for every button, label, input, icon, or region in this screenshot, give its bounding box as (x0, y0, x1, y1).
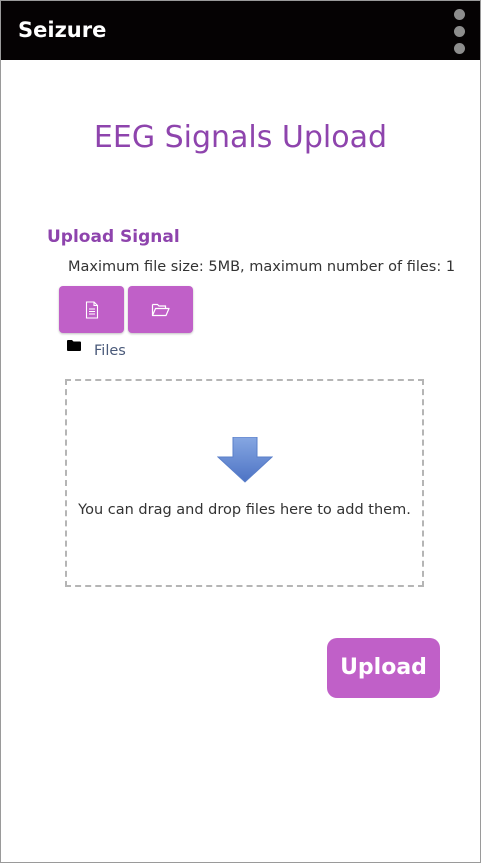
top-bar: Seizure (1, 1, 480, 60)
page-title: EEG Signals Upload (93, 120, 388, 155)
drop-zone-text: You can drag and drop files here to add … (78, 502, 411, 518)
app-title: Seizure (18, 18, 107, 42)
drop-zone[interactable]: You can drag and drop files here to add … (65, 379, 424, 587)
folder-open-icon (151, 303, 170, 316)
more-vertical-icon[interactable] (451, 9, 467, 55)
create-folder-button[interactable] (128, 286, 193, 333)
upload-button[interactable]: Upload (327, 638, 440, 698)
file-limits-text: Maximum file size: 5MB, maximum number o… (68, 259, 456, 275)
file-icon (85, 301, 98, 318)
down-arrow-icon (217, 437, 273, 483)
files-folder-link[interactable]: Files (94, 343, 126, 359)
upload-signal-label: Upload Signal (47, 227, 180, 247)
folder-icon (67, 340, 81, 351)
add-file-button[interactable] (59, 286, 124, 333)
